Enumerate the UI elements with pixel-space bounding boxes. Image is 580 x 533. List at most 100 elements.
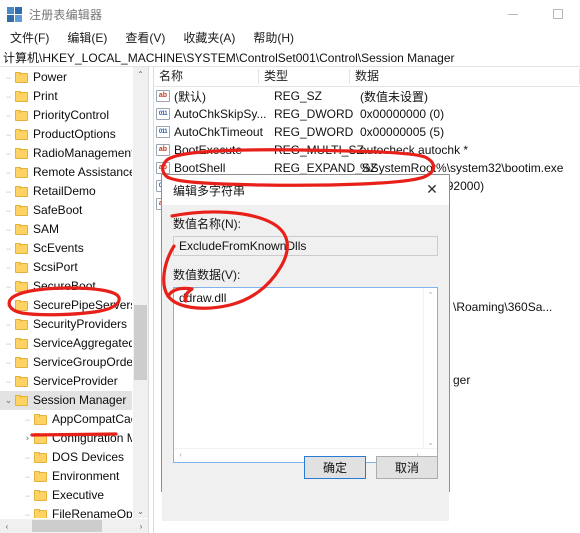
value-type-cell: REG_DWORD [274, 107, 354, 121]
textarea-vertical-scrollbar[interactable]: ⌃ ⌄ [423, 288, 437, 449]
value-data-textarea[interactable]: ddraw.dll ⌃ ⌄ ‹ › [173, 287, 438, 463]
tree-node[interactable]: – Remote Assistance [0, 163, 148, 182]
tree-node[interactable]: – SecurityProviders [0, 315, 148, 334]
tree-node-label: Session Manager [33, 393, 127, 407]
leaf-icon: – [5, 147, 12, 160]
leaf-icon: – [5, 204, 12, 217]
column-header-data[interactable]: 数据 [350, 67, 580, 86]
leaf-icon: – [5, 90, 12, 103]
tree-node[interactable]: – Print [0, 87, 148, 106]
folder-icon [15, 319, 28, 330]
value-row[interactable]: ab (默认) REG_SZ (数值未设置) [154, 87, 580, 105]
tree-node[interactable]: – RetailDemo [0, 182, 148, 201]
ok-button[interactable]: 确定 [304, 456, 366, 479]
leaf-icon: – [24, 489, 31, 502]
textarea-scroll-left-icon[interactable]: ‹ [174, 449, 187, 462]
tree-node-label: RadioManagement [33, 146, 135, 160]
tree-node[interactable]: ⌄ Session Manager [0, 391, 148, 410]
tree-node[interactable]: – ScsiPort [0, 258, 148, 277]
tree-node[interactable]: – ServiceGroupOrder [0, 353, 148, 372]
leaf-icon: – [24, 413, 31, 426]
menu-edit[interactable]: 编辑(E) [67, 28, 107, 48]
column-header-name[interactable]: 名称 [154, 67, 259, 86]
folder-icon [15, 205, 28, 216]
tree-horizontal-scrollbar[interactable]: ‹ › [0, 518, 148, 533]
expand-icon[interactable]: › [21, 429, 34, 448]
address-bar[interactable]: 计算机\HKEY_LOCAL_MACHINE\SYSTEM\ControlSet… [0, 48, 580, 67]
tree-node-label: ServiceProvider [33, 374, 118, 388]
string-value-icon: ab [156, 90, 170, 102]
collapse-icon[interactable]: ⌄ [2, 391, 15, 410]
tree-scroll-up-icon[interactable]: ⌃ [133, 67, 148, 82]
folder-icon [15, 338, 28, 349]
tree-node[interactable]: – SafeBoot [0, 201, 148, 220]
tree-scroll-down-icon[interactable]: ⌄ [133, 504, 148, 519]
value-row[interactable]: 011 AutoChkSkipSy... REG_DWORD 0x00000000 (… [154, 105, 580, 123]
menu-favorites[interactable]: 收藏夹(A) [183, 28, 235, 48]
menu-bar: 文件(F) 编辑(E) 查看(V) 收藏夹(A) 帮助(H) [0, 28, 580, 48]
tree-vertical-scrollbar[interactable]: ⌃ ⌄ [132, 67, 148, 519]
dword-value-icon: 011 [156, 126, 170, 138]
registry-icon [7, 6, 22, 22]
folder-icon [34, 452, 47, 463]
folder-icon [15, 376, 28, 387]
tree-node[interactable]: ›Configuration Manager [0, 429, 148, 448]
tree-node[interactable]: – AppCompatCache [0, 410, 148, 429]
tree-node[interactable]: – Executive [0, 486, 148, 505]
tree-node-label: DOS Devices [52, 450, 125, 464]
menu-file[interactable]: 文件(F) [10, 28, 49, 48]
dialog-title: 编辑多字符串 [173, 183, 246, 198]
tree-node[interactable]: – ServiceProvider [0, 372, 148, 391]
tree-node[interactable]: – Power [0, 68, 148, 87]
value-name-input[interactable]: ExcludeFromKnownDlls [173, 236, 438, 256]
tree-scroll-right-icon[interactable]: › [134, 519, 148, 533]
close-icon[interactable]: ✕ [415, 175, 449, 205]
leaf-icon: – [5, 299, 12, 312]
tree-node[interactable]: – SecurePipeServers [0, 296, 148, 315]
tree-node[interactable]: – PriorityControl [0, 106, 148, 125]
leaf-icon: – [5, 261, 12, 274]
value-row[interactable]: ab BootExecute REG_MULTI_SZ autocheck autoc… [154, 141, 580, 159]
value-row[interactable]: 011 AutoChkTimeout REG_DWORD 0x00000005 (5) [154, 123, 580, 141]
tree-node[interactable]: – SAM [0, 220, 148, 239]
textarea-scroll-up-icon[interactable]: ⌃ [424, 288, 437, 301]
leaf-icon: – [5, 337, 12, 350]
tree-node[interactable]: –FileRenameOperations [0, 505, 148, 519]
folder-icon [15, 167, 28, 178]
tree-node-label: Environment [52, 469, 120, 483]
tree-node-label: SecureBoot [33, 279, 96, 293]
tree-node[interactable]: – ServiceAggregatedEvents [0, 334, 148, 353]
maximize-button[interactable] [535, 0, 580, 28]
tree-node[interactable]: – ProductOptions [0, 125, 148, 144]
title-bar: 注册表编辑器 [0, 0, 580, 28]
cancel-button[interactable]: 取消 [376, 456, 438, 479]
window-controls [490, 0, 580, 28]
tree-scroll-thumb[interactable] [134, 305, 147, 380]
dword-value-icon: 011 [156, 108, 170, 120]
value-data-label: 数值数据(V): [173, 268, 241, 282]
tree-scroll-left-icon[interactable]: ‹ [0, 519, 14, 533]
tree-node[interactable]: – ScEvents [0, 239, 148, 258]
menu-view[interactable]: 查看(V) [125, 28, 165, 48]
folder-icon [34, 414, 47, 425]
tree-node-label: Executive [52, 488, 105, 502]
dialog-title-bar: 编辑多字符串 ✕ [162, 175, 449, 205]
tree-hscroll-thumb[interactable] [32, 520, 102, 532]
value-data-text: ddraw.dll [179, 291, 227, 305]
obscured-value-text: ger [453, 373, 471, 387]
folder-icon [15, 224, 28, 235]
column-header-type[interactable]: 类型 [259, 67, 350, 86]
registry-tree[interactable]: – Power – Print – PriorityControl – ProductOpti… [0, 67, 148, 519]
minimize-button[interactable] [490, 0, 535, 28]
leaf-icon: – [5, 375, 12, 388]
tree-node-label: RetailDemo [33, 184, 96, 198]
tree-node[interactable]: – Environment [0, 467, 148, 486]
folder-icon [15, 243, 28, 254]
menu-help[interactable]: 帮助(H) [253, 28, 294, 48]
leaf-icon: – [5, 166, 12, 179]
leaf-icon: – [5, 128, 12, 141]
tree-node[interactable]: – DOS Devices [0, 448, 148, 467]
tree-node[interactable]: – RadioManagement [0, 144, 148, 163]
tree-node[interactable]: – SecureBoot [0, 277, 148, 296]
dialog-buttons: 确定 取消 [304, 456, 438, 479]
